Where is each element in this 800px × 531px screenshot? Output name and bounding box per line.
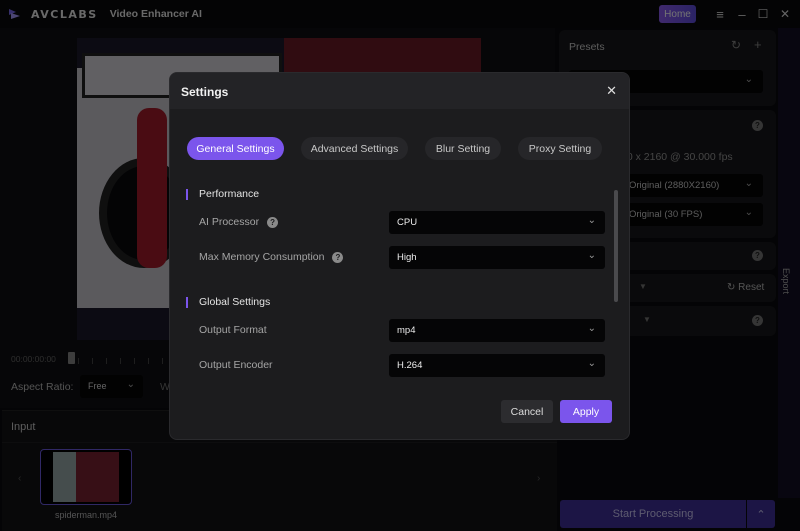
- section-title-performance: Performance: [199, 188, 260, 200]
- ai-processor-value: CPU: [397, 217, 418, 228]
- memory-text: Max Memory Consumption: [199, 251, 325, 263]
- section-marker: [186, 189, 188, 200]
- resolution-value: Original (2880X2160): [629, 180, 720, 191]
- close-icon[interactable]: ✕: [606, 83, 617, 99]
- video-thumbnail[interactable]: [40, 449, 132, 505]
- video-frame-figure: [137, 108, 167, 268]
- chevron-down-icon: ⌄: [587, 250, 596, 261]
- tab-advanced-settings[interactable]: Advanced Settings: [301, 137, 408, 160]
- brand-name: AVCLABS: [31, 7, 98, 21]
- app-window: AVCLABS Video Enhancer AI Home ≡ – ☐ ✕ 0…: [0, 0, 800, 531]
- avclabs-logo-icon: [9, 9, 20, 19]
- settings-dialog: Settings ✕ General Settings Advanced Set…: [169, 72, 630, 440]
- export-panel-toggle[interactable]: Export: [778, 28, 800, 498]
- refresh-icon[interactable]: ↻: [731, 38, 741, 52]
- memory-label: Max Memory Consumption ?: [199, 251, 344, 263]
- chevron-down-icon: ⌄: [587, 215, 596, 226]
- thumbnail-image: [53, 452, 119, 502]
- aspect-ratio-select[interactable]: Free ⌄: [80, 375, 143, 398]
- close-window-icon[interactable]: ✕: [777, 6, 793, 22]
- output-encoder-text: Output Encoder: [199, 359, 273, 371]
- next-arrow-icon[interactable]: ›: [537, 473, 540, 484]
- output-format-select[interactable]: mp4 ⌄: [389, 319, 605, 342]
- output-format-label: Output Format: [199, 324, 267, 336]
- ai-processor-label: AI Processor ?: [199, 216, 279, 228]
- export-label: Export: [781, 268, 791, 295]
- reset-button[interactable]: ↻ Reset: [727, 282, 764, 293]
- apply-button[interactable]: Apply: [560, 400, 612, 423]
- output-encoder-value: H.264: [397, 360, 423, 371]
- help-icon[interactable]: ?: [332, 251, 344, 263]
- section-marker: [186, 297, 188, 308]
- fps-value: Original (30 FPS): [629, 209, 703, 220]
- help-icon[interactable]: ?: [752, 120, 763, 131]
- prev-arrow-icon[interactable]: ‹: [18, 473, 21, 484]
- chevron-down-icon: ⌄: [587, 358, 596, 369]
- aspect-ratio-label: Aspect Ratio:: [11, 381, 74, 393]
- output-format-value: mp4: [397, 325, 416, 336]
- output-encoder-select[interactable]: H.264 ⌄: [389, 354, 605, 377]
- maximize-icon[interactable]: ☐: [755, 6, 771, 22]
- timecode: 00:00:00:00: [11, 354, 56, 364]
- resolution-info: 80 x 2160 @ 30.000 fps: [621, 151, 733, 163]
- section-title-global: Global Settings: [199, 296, 271, 308]
- dialog-title: Settings: [181, 85, 229, 99]
- reset-label: Reset: [738, 282, 765, 293]
- output-format-text: Output Format: [199, 324, 267, 336]
- minimize-icon[interactable]: –: [734, 6, 750, 22]
- chevron-up-icon[interactable]: ⌃: [747, 500, 775, 528]
- memory-select[interactable]: High ⌄: [389, 246, 605, 269]
- app-name: Video Enhancer AI: [109, 8, 202, 20]
- memory-value: High: [397, 252, 417, 263]
- aspect-ratio-value: Free: [88, 381, 107, 391]
- dialog-scrollbar[interactable]: [614, 190, 618, 302]
- tab-blur-setting[interactable]: Blur Setting: [425, 137, 501, 160]
- title-bar: AVCLABS Video Enhancer AI Home ≡ – ☐ ✕: [0, 0, 800, 28]
- chevron-down-icon: ⌄: [744, 178, 753, 189]
- dropdown-arrow-icon[interactable]: ▼: [639, 282, 647, 291]
- dropdown-arrow-icon[interactable]: ▼: [643, 315, 651, 324]
- presets-title: Presets: [569, 41, 605, 53]
- ai-processor-select[interactable]: CPU ⌄: [389, 211, 605, 234]
- chevron-down-icon: ⌄: [587, 323, 596, 334]
- chevron-down-icon: ⌄: [744, 74, 753, 85]
- help-icon[interactable]: ?: [267, 216, 279, 228]
- start-processing-button[interactable]: Start Processing: [560, 500, 746, 528]
- dialog-header: Settings ✕: [170, 73, 629, 109]
- help-icon[interactable]: ?: [752, 250, 763, 261]
- output-encoder-label: Output Encoder: [199, 359, 273, 371]
- ai-processor-text: AI Processor: [199, 216, 260, 228]
- tab-proxy-setting[interactable]: Proxy Setting: [518, 137, 602, 160]
- thumbnail-filename: spiderman.mp4: [54, 510, 118, 520]
- chevron-down-icon: ⌄: [126, 379, 135, 390]
- menu-icon[interactable]: ≡: [712, 6, 728, 22]
- chevron-down-icon: ⌄: [744, 207, 753, 218]
- home-button[interactable]: Home: [659, 5, 696, 23]
- tab-general-settings[interactable]: General Settings: [187, 137, 284, 160]
- playhead-handle[interactable]: [68, 352, 75, 364]
- cancel-button[interactable]: Cancel: [501, 400, 553, 423]
- help-icon[interactable]: ?: [752, 315, 763, 326]
- add-preset-icon[interactable]: +: [754, 37, 762, 52]
